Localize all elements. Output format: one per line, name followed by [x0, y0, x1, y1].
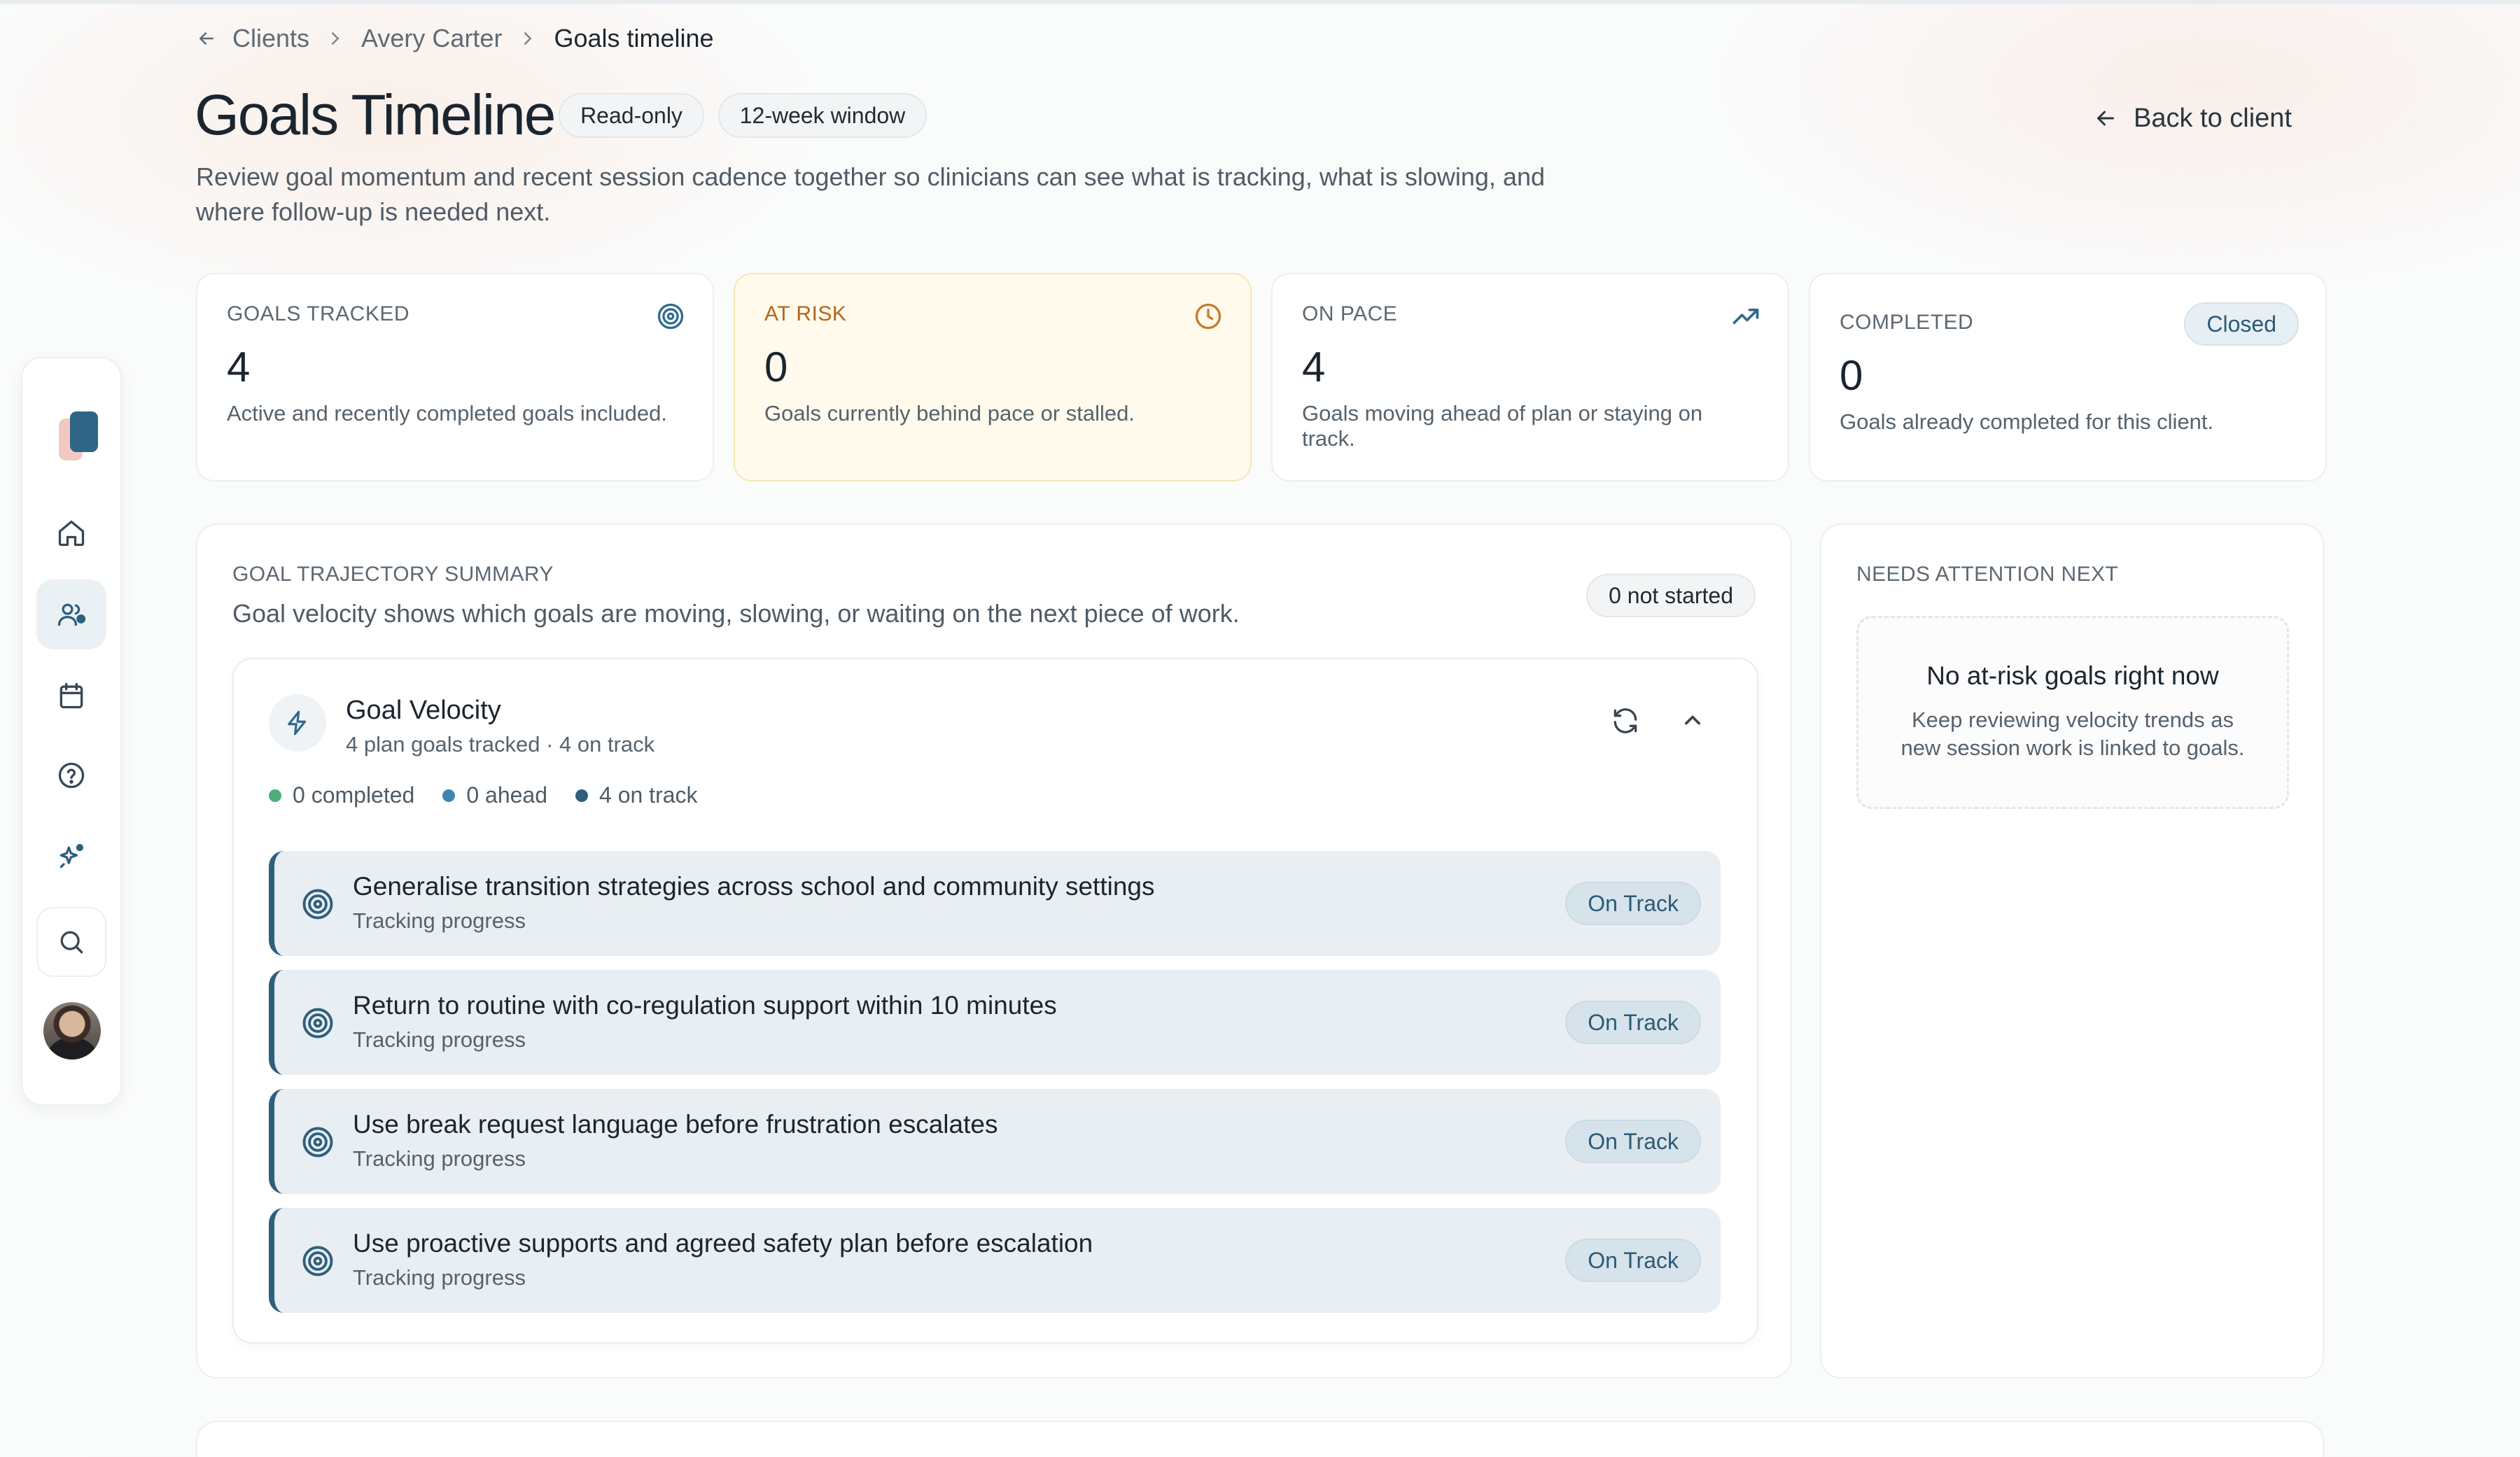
legend-label: 0 ahead — [466, 782, 547, 808]
velocity-subtitle: 4 plan goals tracked · 4 on track — [346, 732, 655, 756]
nav-search[interactable] — [36, 907, 106, 977]
goal-row[interactable]: Use break request language before frustr… — [269, 1089, 1721, 1194]
chevron-up-icon — [1685, 715, 1700, 725]
users-icon — [57, 603, 86, 626]
goal-title: Return to routine with co-regulation sup… — [353, 991, 1057, 1020]
refresh-button[interactable] — [1606, 701, 1645, 740]
collapse-button[interactable] — [1673, 701, 1712, 740]
nav-clients[interactable] — [36, 579, 106, 649]
stat-desc: Goals moving ahead of plan or staying on… — [1302, 401, 1703, 451]
goal-title: Use proactive supports and agreed safety… — [353, 1229, 1093, 1258]
velocity-icon-wrap — [269, 694, 326, 752]
section-label: GOAL TRAJECTORY SUMMARY — [232, 563, 554, 586]
legend-label: 0 completed — [293, 782, 415, 808]
arrow-left-icon — [200, 32, 214, 45]
nav-home[interactable] — [36, 498, 106, 568]
lightning-icon — [288, 710, 307, 735]
breadcrumb-client-name[interactable]: Avery Carter — [361, 24, 502, 53]
stat-label: ON PACE — [1302, 302, 1398, 325]
stat-value: 4 — [1302, 344, 1326, 390]
target-icon — [657, 303, 684, 330]
stat-goals-tracked: GOALS TRACKED 4 Active and recently comp… — [196, 273, 714, 481]
trending-up-icon — [1732, 309, 1759, 324]
velocity-title: Goal Velocity — [346, 696, 501, 725]
sidebar-rail — [21, 357, 122, 1106]
page-title: Goals Timeline — [195, 83, 556, 147]
empty-desc: Keep reviewing velocity trends as new se… — [1900, 708, 2245, 760]
next-section-card — [196, 1421, 2324, 1457]
legend-dot — [269, 789, 281, 802]
target-icon — [302, 889, 333, 920]
goal-status-text: Tracking progress — [353, 1027, 526, 1052]
legend-label: 4 on track — [599, 782, 698, 808]
read-only-chip: Read-only — [559, 93, 704, 138]
on-track-badge: On Track — [1565, 1001, 1701, 1044]
search-icon — [60, 931, 83, 954]
legend-ahead: 0 ahead — [442, 782, 547, 808]
legend-dot — [575, 789, 588, 802]
on-track-badge: On Track — [1565, 1239, 1701, 1282]
goal-status-text: Tracking progress — [353, 1265, 526, 1290]
chevron-right-icon — [332, 32, 340, 45]
needs-attention-panel: NEEDS ATTENTION NEXT No at-risk goals ri… — [1820, 523, 2324, 1379]
stat-desc: Goals currently behind pace or stalled. — [764, 401, 1135, 425]
target-icon — [302, 1246, 333, 1276]
chevron-right-icon — [524, 32, 532, 45]
goal-title: Generalise transition strategies across … — [353, 872, 1155, 901]
nav-ai-assistant[interactable] — [36, 822, 106, 892]
page-subtitle: Review goal momentum and recent session … — [196, 162, 1546, 226]
clock-icon — [1195, 303, 1222, 330]
goal-row[interactable]: Return to routine with co-regulation sup… — [269, 970, 1721, 1075]
target-icon — [302, 1127, 333, 1157]
empty-state: No at-risk goals right now Keep reviewin… — [1856, 616, 2289, 809]
back-label: Back to client — [2134, 103, 2292, 133]
goal-title: Use break request language before frustr… — [353, 1110, 998, 1139]
help-circle-icon — [58, 762, 85, 789]
legend-on-track: 4 on track — [575, 782, 698, 808]
back-to-client-link[interactable]: Back to client — [2093, 101, 2292, 136]
goal-status-text: Tracking progress — [353, 1146, 526, 1171]
goal-row[interactable]: Generalise transition strategies across … — [269, 851, 1721, 956]
nav-help[interactable] — [36, 740, 106, 810]
top-border — [0, 0, 2520, 4]
stat-on-pace: ON PACE 4 Goals moving ahead of plan or … — [1271, 273, 1789, 481]
breadcrumb-current: Goals timeline — [554, 24, 714, 52]
legend-dot — [442, 789, 456, 802]
stat-value: 0 — [764, 344, 788, 390]
stat-completed: COMPLETED Closed 0 Goals already complet… — [1809, 273, 2327, 481]
stat-at-risk: AT RISK 0 Goals currently behind pace or… — [734, 273, 1252, 481]
velocity-legend: 0 completed 0 ahead 4 on track — [269, 782, 698, 808]
target-icon — [302, 1008, 333, 1039]
section-label: NEEDS ATTENTION NEXT — [1856, 563, 2119, 586]
refresh-icon — [1614, 708, 1637, 733]
app-logo[interactable] — [57, 407, 99, 463]
closed-badge: Closed — [2184, 302, 2299, 346]
home-icon — [58, 520, 85, 547]
breadcrumb: Clients Avery Carter Goals timeline — [196, 21, 714, 56]
stat-label: AT RISK — [764, 302, 847, 325]
goal-velocity-card: Goal Velocity 4 plan goals tracked · 4 o… — [232, 658, 1758, 1344]
on-track-badge: On Track — [1565, 1120, 1701, 1163]
stat-desc: Goals already completed for this client. — [1840, 409, 2214, 434]
user-avatar[interactable] — [43, 1002, 101, 1060]
stat-value: 0 — [1840, 352, 1863, 399]
legend-completed: 0 completed — [269, 782, 414, 808]
arrow-left-icon — [2097, 111, 2114, 126]
not-started-badge: 0 not started — [1586, 574, 1756, 617]
empty-title: No at-risk goals right now — [1926, 661, 2219, 690]
stat-label: GOALS TRACKED — [227, 302, 410, 325]
goal-row[interactable]: Use proactive supports and agreed safety… — [269, 1208, 1721, 1313]
goal-trajectory-panel: GOAL TRAJECTORY SUMMARY Goal velocity sh… — [196, 523, 1792, 1379]
stat-value: 4 — [227, 344, 251, 390]
goal-status-text: Tracking progress — [353, 908, 526, 933]
calendar-icon — [59, 682, 83, 709]
nav-calendar[interactable] — [36, 661, 106, 731]
summary-subtitle: Goal velocity shows which goals are movi… — [232, 599, 1240, 628]
stat-desc: Active and recently completed goals incl… — [227, 401, 667, 425]
on-track-badge: On Track — [1565, 882, 1701, 925]
logo-icon — [59, 411, 98, 460]
breadcrumb-clients[interactable]: Clients — [232, 24, 309, 53]
sparkle-icon — [59, 844, 84, 868]
window-chip: 12-week window — [718, 93, 927, 138]
